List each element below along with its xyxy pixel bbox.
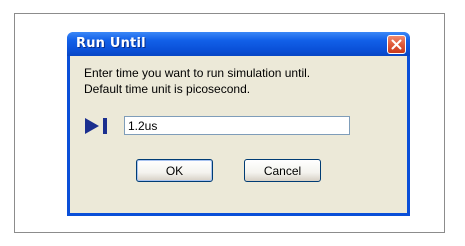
close-button[interactable] [387, 35, 406, 54]
instruction-text: Enter time you want to run simulation un… [84, 65, 310, 97]
close-icon [391, 39, 402, 50]
run-until-time-input[interactable] [124, 116, 350, 135]
cancel-button[interactable]: Cancel [244, 159, 321, 182]
run-to-icon [85, 118, 107, 134]
title-bar[interactable]: Run Until [67, 32, 410, 56]
ok-button[interactable]: OK [136, 159, 213, 182]
instruction-line-2: Default time unit is picosecond. [84, 82, 251, 96]
instruction-line-1: Enter time you want to run simulation un… [84, 66, 311, 80]
dialog-title: Run Until [76, 36, 146, 51]
dialog-body: Enter time you want to run simulation un… [70, 56, 407, 213]
run-until-dialog: Run Until Enter time you want to run sim… [67, 32, 410, 216]
